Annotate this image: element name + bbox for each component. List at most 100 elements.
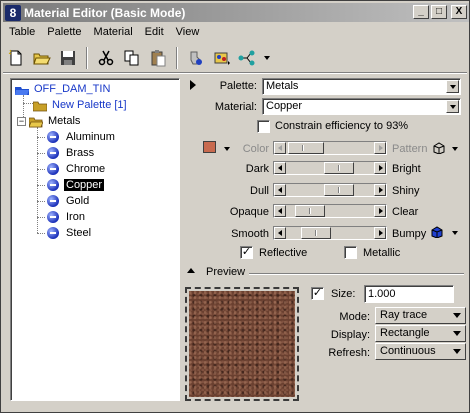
tree-item-metals[interactable]: − Metals [17,113,82,129]
refresh-select[interactable]: Continuous [375,343,466,360]
tree-item-label: Chrome [66,163,106,175]
pattern-cube-icon[interactable] [433,142,445,154]
chevron-down-icon[interactable] [452,231,458,235]
material-label: Material: [214,101,257,113]
save-icon[interactable] [57,47,79,69]
tree-item-label: Copper [62,178,106,192]
display-select[interactable]: Rectangle [375,325,466,342]
tree-item-label: Gold [66,195,90,207]
material-icon [47,211,59,223]
tree-item-label: Iron [66,211,85,223]
mode-label: Mode: [339,311,370,323]
mode-select[interactable]: Ray trace [375,307,466,324]
color-swatch[interactable] [203,141,216,153]
metallic-label: Metallic [363,247,401,259]
shiny-label: Shiny [392,185,420,197]
material-icon [47,195,59,207]
folder-icon [33,101,47,111]
tree-item-label: Brass [66,147,95,159]
tree-item-gold[interactable]: Gold [47,193,91,209]
open-icon[interactable] [31,47,53,69]
paste-icon[interactable] [147,47,169,69]
tree-item-label: Steel [66,227,92,239]
toolbar-separator [176,47,178,69]
material-select[interactable]: Copper [262,98,461,115]
material-editor-window: 8 Material Editor (Basic Mode) _ □ X Tab… [0,0,470,413]
tree-item-brass[interactable]: Brass [47,145,96,161]
palette-tree[interactable]: OFF_DAM_TIN New Palette [1] − Metals Alu… [10,78,180,401]
tree-item-chrome[interactable]: Chrome [47,161,107,177]
refresh-label: Refresh: [328,347,370,359]
dull-label: Dull [250,185,269,197]
cut-icon[interactable] [95,47,117,69]
bumpy-label: Bumpy [392,228,427,240]
chevron-down-icon[interactable] [452,147,458,151]
tree-item-copper[interactable]: Copper [47,177,106,193]
tree-item-iron[interactable]: Iron [47,209,87,225]
toolbar [5,44,273,72]
copy-icon[interactable] [121,47,143,69]
display-label: Display: [330,329,370,341]
close-button[interactable]: X [451,5,467,19]
material-icon [47,179,59,191]
maximize-button[interactable]: □ [431,5,447,19]
collapse-preview-icon[interactable] [187,268,195,273]
folder-open-icon [29,117,43,127]
menu-material[interactable]: Material [88,24,139,42]
chevron-down-icon[interactable] [446,80,459,93]
pattern-label: Pattern [392,143,428,155]
material-icon [47,131,59,143]
chevron-down-icon[interactable] [224,147,230,151]
size-input[interactable]: 1.000 [364,285,454,303]
tree-item-label: Metals [48,115,81,127]
preview-image [189,291,295,397]
toolbar-separator [86,47,88,69]
palette-icon[interactable] [211,47,233,69]
constrain-checkbox[interactable] [257,120,270,133]
window-title: Material Editor (Basic Mode) [24,5,186,20]
palette-label: Palette: [219,80,257,92]
clear-label: Clear [392,206,419,218]
material-icon [47,147,59,159]
bright-label: Bright [392,163,421,175]
material-preview[interactable] [185,287,299,401]
menu-edit[interactable]: Edit [139,24,170,42]
menu-view[interactable]: View [170,24,206,42]
tree-item-new-palette[interactable]: New Palette [1] [33,97,129,113]
metallic-checkbox[interactable] [344,246,357,259]
opaque-clear-slider[interactable] [273,204,387,218]
smooth-label: Smooth [231,228,269,240]
tree-item-aluminum[interactable]: Aluminum [47,129,117,145]
bump-cube-icon[interactable] [431,226,443,238]
tree-icon[interactable] [237,47,273,69]
material-icon [47,163,59,175]
new-icon[interactable] [5,47,27,69]
palette-select[interactable]: Metals [262,78,461,95]
tree-root[interactable]: OFF_DAM_TIN [15,81,112,97]
preview-divider [249,273,464,275]
dull-shiny-slider[interactable] [273,183,387,197]
minimize-button[interactable]: _ [413,5,429,19]
collapse-settings-icon[interactable] [190,80,196,90]
tree-item-label: New Palette [1] [52,99,127,111]
material-icon [47,227,59,239]
assign-icon[interactable] [185,47,207,69]
dark-bright-slider[interactable] [273,161,387,175]
reflective-checkbox[interactable]: ✓ [240,246,253,259]
app-icon: 8 [5,4,21,21]
size-checkbox[interactable]: ✓ [311,287,324,300]
preview-header: Preview [206,266,246,278]
material-value: Copper [266,100,303,112]
smooth-bumpy-slider[interactable] [273,226,387,240]
tree-item-steel[interactable]: Steel [47,225,93,241]
color-slider [273,141,387,155]
color-label: Color [242,143,269,155]
collapse-icon[interactable]: − [17,116,26,126]
title-bar[interactable]: 8 Material Editor (Basic Mode) _ □ X [3,3,469,22]
library-icon [15,86,29,95]
chevron-down-icon[interactable] [446,100,459,113]
palette-value: Metals [266,80,299,92]
menu-table[interactable]: Table [3,24,41,42]
tree-item-label: Aluminum [66,131,115,143]
menu-palette[interactable]: Palette [41,24,87,42]
